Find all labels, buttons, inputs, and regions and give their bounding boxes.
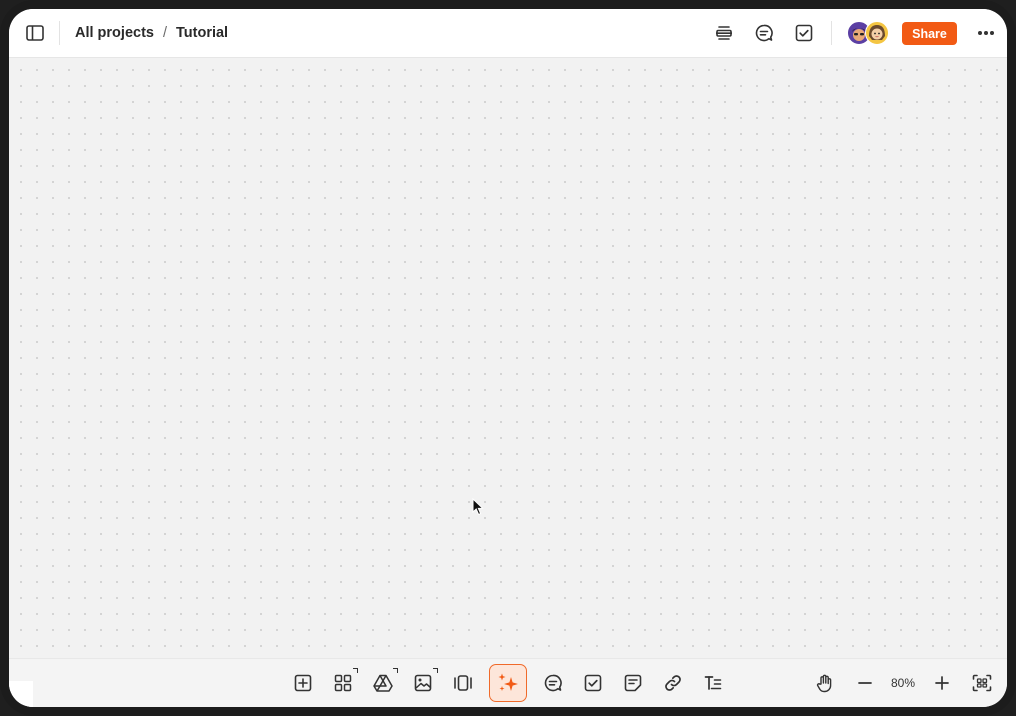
present-icon — [716, 26, 732, 40]
fit-to-screen-button[interactable] — [970, 671, 994, 695]
fit-screen-icon — [972, 674, 992, 692]
task-tool-button[interactable] — [581, 671, 605, 695]
ai-assistant-button[interactable] — [489, 664, 527, 702]
comment-tool-button[interactable] — [541, 671, 565, 695]
mouse-cursor-icon — [472, 498, 484, 516]
corner-patch — [9, 681, 33, 707]
sidebar-toggle-icon — [26, 25, 44, 41]
submenu-indicator — [353, 668, 358, 673]
avatar — [865, 21, 889, 45]
more-options-button[interactable] — [974, 21, 998, 45]
apps-grid-icon — [334, 674, 352, 692]
header-divider — [59, 21, 60, 45]
breadcrumb-all-projects[interactable]: All projects — [75, 25, 154, 41]
apps-button[interactable] — [331, 668, 358, 695]
comment-icon — [544, 674, 562, 692]
bottom-toolbar: 80% — [9, 658, 1007, 707]
sidebar-toggle-button[interactable] — [23, 21, 47, 45]
breadcrumb-separator: / — [162, 25, 167, 41]
breadcrumb: All projects / Tutorial — [75, 9, 228, 57]
minus-icon — [858, 682, 872, 684]
app-window: All projects / Tutorial Share 80% — [9, 9, 1007, 707]
submenu-indicator — [393, 668, 398, 673]
text-tool-button[interactable] — [701, 671, 725, 695]
top-bar: All projects / Tutorial Share — [9, 9, 1007, 58]
google-drive-icon — [373, 674, 393, 692]
sticky-note-icon — [624, 674, 642, 692]
zoom-out-button[interactable] — [853, 671, 877, 695]
header-divider-right — [831, 21, 832, 45]
add-block-icon — [294, 674, 312, 692]
note-tool-button[interactable] — [621, 671, 645, 695]
google-drive-button[interactable] — [371, 668, 398, 695]
more-icon — [978, 31, 994, 35]
tasks-icon — [795, 24, 813, 42]
device-frame: All projects / Tutorial Share 80% — [0, 0, 1016, 716]
zoom-level[interactable]: 80% — [883, 671, 923, 695]
collaborator-avatars[interactable] — [847, 21, 891, 45]
board-canvas[interactable] — [9, 58, 1007, 658]
link-tool-button[interactable] — [661, 671, 685, 695]
image-icon — [414, 674, 432, 692]
hand-icon — [816, 674, 832, 693]
task-checkbox-icon — [584, 674, 602, 692]
tasks-button[interactable] — [792, 21, 816, 45]
share-button[interactable]: Share — [902, 22, 957, 45]
carousel-button[interactable] — [451, 671, 475, 695]
plus-icon — [935, 676, 949, 690]
present-button[interactable] — [712, 21, 736, 45]
comments-icon — [755, 24, 773, 42]
pan-tool-button[interactable] — [813, 671, 837, 695]
link-icon — [665, 675, 681, 691]
carousel-icon — [454, 675, 472, 691]
sparkles-icon — [498, 673, 518, 691]
zoom-in-button[interactable] — [930, 671, 954, 695]
add-block-button[interactable] — [291, 671, 315, 695]
text-icon — [704, 676, 722, 690]
submenu-indicator — [433, 668, 438, 673]
image-button[interactable] — [411, 668, 438, 695]
comments-button[interactable] — [752, 21, 776, 45]
avatar-face-icon — [869, 25, 885, 40]
breadcrumb-current-project[interactable]: Tutorial — [176, 25, 228, 41]
